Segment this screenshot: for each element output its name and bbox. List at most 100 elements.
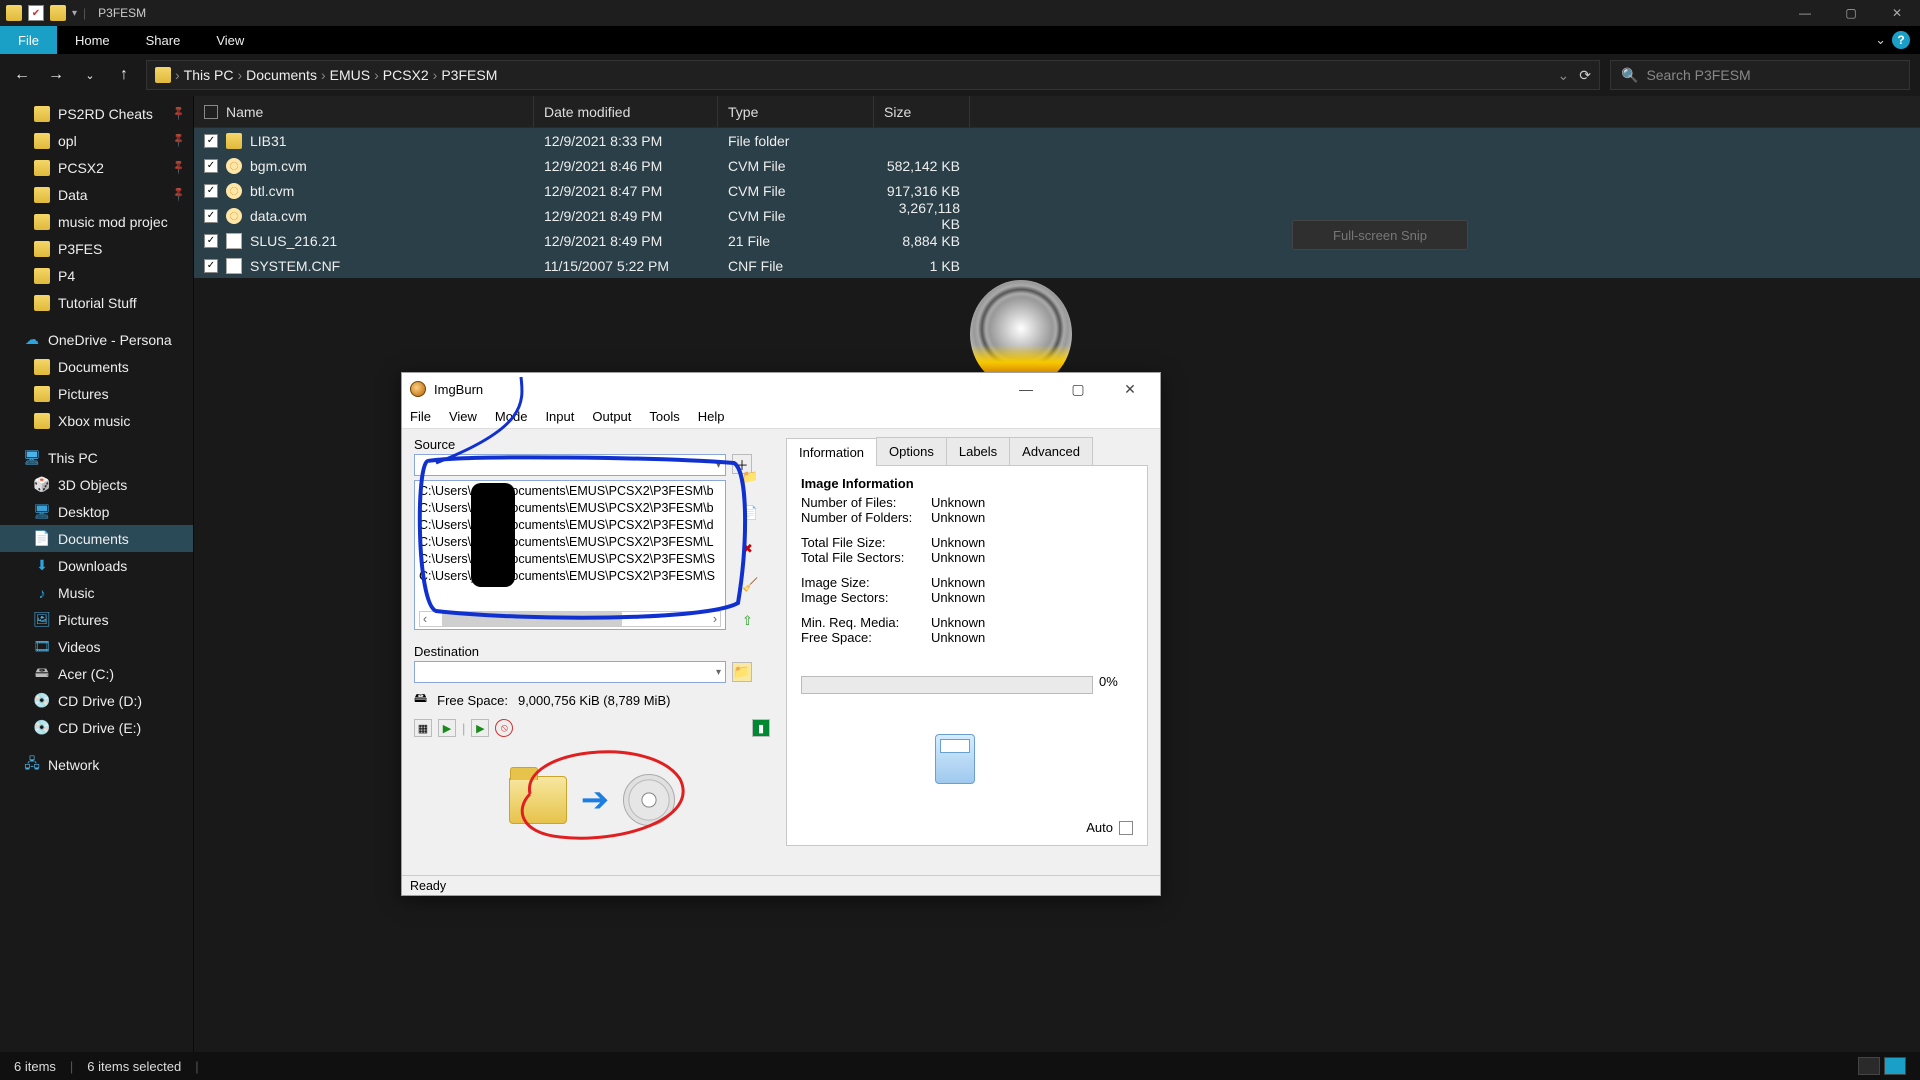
row-checkbox[interactable]: ✓	[204, 234, 218, 248]
row-checkbox[interactable]: ✓	[204, 159, 218, 173]
ribbon-tab-file[interactable]: File	[0, 26, 57, 54]
browse-folder-icon[interactable]: 📁	[742, 469, 760, 487]
imgburn-tabs[interactable]: Information Options Labels Advanced	[786, 437, 1148, 466]
imgburn-menu-tools[interactable]: Tools	[649, 409, 679, 424]
source-path[interactable]: C:\Users\____\Documents\EMUS\PCSX2\P3FES…	[419, 534, 721, 551]
imgburn-close-button[interactable]: ✕	[1108, 375, 1152, 403]
breadcrumb-segment[interactable]: This PC	[184, 67, 234, 83]
sidebar-item[interactable]: P4	[0, 262, 193, 289]
row-checkbox[interactable]: ✓	[204, 184, 218, 198]
checkbox-icon[interactable]: ✔	[28, 5, 44, 21]
sidebar-network[interactable]: 🖧Network	[0, 751, 193, 778]
breadcrumb-segment[interactable]: Documents	[246, 67, 317, 83]
imgburn-minimize-button[interactable]: —	[1004, 375, 1048, 403]
sidebar-item[interactable]: 🖥Desktop	[0, 498, 193, 525]
source-path[interactable]: C:\Users\____\Documents\EMUS\PCSX2\P3FES…	[419, 483, 721, 500]
search-input[interactable]: 🔍 Search P3FESM	[1610, 60, 1910, 90]
tab-options[interactable]: Options	[876, 437, 947, 465]
destination-combo[interactable]: ▾	[414, 661, 726, 683]
back-button[interactable]: ←	[10, 63, 34, 87]
row-checkbox[interactable]: ✓	[204, 259, 218, 273]
source-combo[interactable]: ▾	[414, 454, 726, 476]
sidebar-item[interactable]: P3FES	[0, 235, 193, 262]
table-row[interactable]: ✓SYSTEM.CNF11/15/2007 5:22 PMCNF File1 K…	[194, 253, 1920, 278]
sidebar-item[interactable]: 💿CD Drive (E:)	[0, 714, 193, 741]
noentry-icon[interactable]: ⦸	[495, 719, 513, 737]
ribbon-tab-home[interactable]: Home	[57, 26, 128, 54]
breadcrumb-segment[interactable]: EMUS	[330, 67, 370, 83]
source-scrollbar[interactable]: ‹›	[419, 611, 721, 627]
sidebar-item[interactable]: Tutorial Stuff	[0, 289, 193, 316]
play-icon[interactable]: ▶	[471, 719, 489, 737]
auto-checkbox[interactable]	[1119, 821, 1133, 835]
imgburn-menu-view[interactable]: View	[449, 409, 477, 424]
up-button[interactable]: ↑	[112, 63, 136, 87]
tab-information[interactable]: Information	[786, 438, 877, 466]
source-path[interactable]: C:\Users\____\Documents\EMUS\PCSX2\P3FES…	[419, 500, 721, 517]
table-row[interactable]: ✓btl.cvm12/9/2021 8:47 PMCVM File917,316…	[194, 178, 1920, 203]
row-checkbox[interactable]: ✓	[204, 134, 218, 148]
clear-icon[interactable]: 🧹	[742, 577, 760, 595]
table-row[interactable]: ✓data.cvm12/9/2021 8:49 PMCVM File3,267,…	[194, 203, 1920, 228]
sidebar-item[interactable]: 🖼Pictures	[0, 606, 193, 633]
browse-file-icon[interactable]: 📄	[742, 505, 760, 523]
sidebar-item[interactable]: 💿CD Drive (D:)	[0, 687, 193, 714]
breadcrumb-segment[interactable]: P3FESM	[441, 67, 497, 83]
export-icon[interactable]: ⇧	[742, 613, 760, 631]
imgburn-menu-output[interactable]: Output	[592, 409, 631, 424]
source-path[interactable]: C:\Users\____\Documents\EMUS\PCSX2\P3FES…	[419, 551, 721, 568]
sidebar-item[interactable]: 🎞Videos	[0, 633, 193, 660]
source-path[interactable]: C:\Users\____\Documents\EMUS\PCSX2\P3FES…	[419, 517, 721, 534]
sidebar-onedrive[interactable]: ☁OneDrive - Persona	[0, 326, 193, 353]
view-details-button[interactable]	[1858, 1057, 1880, 1075]
help-icon[interactable]: ?	[1892, 31, 1910, 49]
sidebar-item[interactable]: opl	[0, 127, 193, 154]
column-headers[interactable]: Name Date modified Type Size	[194, 96, 1920, 128]
sidebar-item[interactable]: PS2RD Cheats	[0, 100, 193, 127]
settings-icon[interactable]: ▦	[414, 719, 432, 737]
sidebar-item[interactable]: 🖴Acer (C:)	[0, 660, 193, 687]
address-dropdown-icon[interactable]: ⌄	[1558, 67, 1570, 84]
imgburn-menubar[interactable]: File View Mode Input Output Tools Help	[402, 405, 1160, 429]
terminal-icon[interactable]: ▮	[752, 719, 770, 737]
sidebar-item-documents[interactable]: 📄Documents	[0, 525, 193, 552]
forward-button[interactable]: →	[44, 63, 68, 87]
sidebar-item[interactable]: PCSX2	[0, 154, 193, 181]
sidebar-item[interactable]: 🎲3D Objects	[0, 471, 193, 498]
sidebar-thispc[interactable]: 🖥This PC	[0, 444, 193, 471]
maximize-button[interactable]: ▢	[1828, 0, 1874, 26]
imgburn-titlebar[interactable]: ImgBurn — ▢ ✕	[402, 373, 1160, 405]
recent-locations-button[interactable]: ⌄	[78, 63, 102, 87]
source-path[interactable]: C:\Users\____\Documents\EMUS\PCSX2\P3FES…	[419, 568, 721, 585]
table-row[interactable]: ✓bgm.cvm12/9/2021 8:46 PMCVM File582,142…	[194, 153, 1920, 178]
source-list[interactable]: C:\Users\____\Documents\EMUS\PCSX2\P3FES…	[414, 480, 726, 630]
play-icon[interactable]: ▶	[438, 719, 456, 737]
close-button[interactable]: ✕	[1874, 0, 1920, 26]
address-bar[interactable]: › This PC› Documents› EMUS› PCSX2› P3FES…	[146, 60, 1600, 90]
imgburn-maximize-button[interactable]: ▢	[1056, 375, 1100, 403]
sidebar-item[interactable]: music mod projec	[0, 208, 193, 235]
file-list[interactable]: ✓LIB3112/9/2021 8:33 PMFile folder✓bgm.c…	[194, 128, 1920, 278]
view-thumbnails-button[interactable]	[1884, 1057, 1906, 1075]
breadcrumb-segment[interactable]: PCSX2	[383, 67, 429, 83]
table-row[interactable]: ✓SLUS_216.2112/9/2021 8:49 PM21 File8,88…	[194, 228, 1920, 253]
sidebar-item[interactable]: ⬇Downloads	[0, 552, 193, 579]
sidebar-item[interactable]: Documents	[0, 353, 193, 380]
ribbon-tab-share[interactable]: Share	[128, 26, 199, 54]
sidebar-item[interactable]: ♪Music	[0, 579, 193, 606]
sidebar-item[interactable]: Data	[0, 181, 193, 208]
build-image-button[interactable]: ➔	[414, 745, 770, 855]
destination-browse-button[interactable]: 📁	[732, 662, 752, 682]
qat-dropdown-icon[interactable]: ▾	[72, 8, 77, 19]
imgburn-menu-input[interactable]: Input	[545, 409, 574, 424]
imgburn-window[interactable]: ImgBurn — ▢ ✕ File View Mode Input Outpu…	[401, 372, 1161, 896]
imgburn-menu-help[interactable]: Help	[698, 409, 725, 424]
tab-labels[interactable]: Labels	[946, 437, 1010, 465]
ribbon-tab-view[interactable]: View	[198, 26, 262, 54]
imgburn-menu-mode[interactable]: Mode	[495, 409, 528, 424]
sidebar-item[interactable]: Xbox music	[0, 407, 193, 434]
ribbon-collapse-icon[interactable]: ⌄	[1875, 32, 1886, 48]
minimize-button[interactable]: —	[1782, 0, 1828, 26]
imgburn-menu-file[interactable]: File	[410, 409, 431, 424]
nav-pane[interactable]: PS2RD Cheats opl PCSX2 Data music mod pr…	[0, 96, 194, 1052]
